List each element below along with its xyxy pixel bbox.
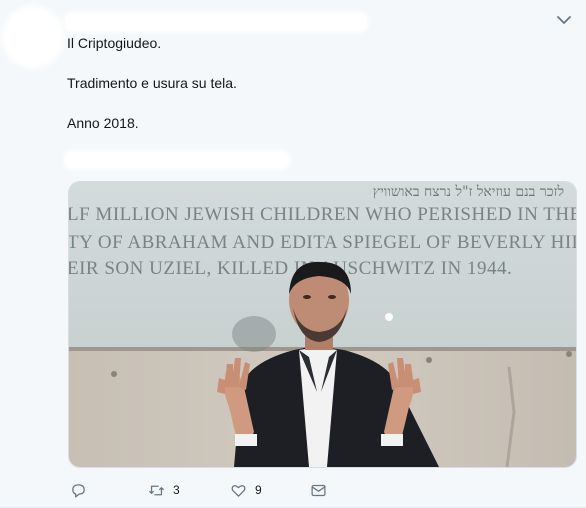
wall-inscription-hebrew: לזכר בנם עוזיאל ז"ל נרצח באושוויץ: [373, 184, 564, 200]
retweet-icon: [148, 485, 165, 495]
direct-message-button[interactable]: [310, 478, 327, 502]
reply-icon: [72, 483, 85, 498]
wall-inscription-line: TY OF ABRAHAM AND EDITA SPIEGEL OF BEVER…: [69, 232, 576, 253]
tweet-actions: 3 9: [66, 478, 366, 502]
author-name-redacted: [66, 14, 366, 30]
tweet-photo[interactable]: לזכר בנם עוזיאל ז"ל נרצח באושוויץ LF MIL…: [68, 181, 577, 468]
redacted-line: [66, 152, 288, 168]
wall-inscription-line: EIR SON UZIEL, KILLED IN AUSCHWITZ IN 19…: [69, 258, 512, 279]
tweet-card: Il Criptogiudeo. Tradimento e usura su t…: [0, 0, 586, 508]
envelope-icon: [311, 484, 326, 496]
reply-button[interactable]: [70, 478, 87, 502]
tweet-text: Il Criptogiudeo. Tradimento e usura su t…: [67, 33, 237, 153]
avatar[interactable]: [6, 10, 60, 64]
tweet-line: Il Criptogiudeo.: [67, 35, 162, 51]
like-button[interactable]: 9: [230, 478, 262, 502]
retweet-count: 3: [173, 483, 180, 497]
wall-inscription-line: LF MILLION JEWISH CHILDREN WHO PERISHED …: [69, 204, 576, 225]
like-count: 9: [255, 483, 262, 497]
tweet-line: Tradimento e usura su tela.: [67, 75, 237, 91]
tweet-line: Anno 2018.: [67, 115, 139, 131]
heart-icon: [231, 484, 246, 497]
chevron-down-icon[interactable]: [556, 12, 572, 28]
retweet-button[interactable]: 3: [148, 478, 180, 502]
